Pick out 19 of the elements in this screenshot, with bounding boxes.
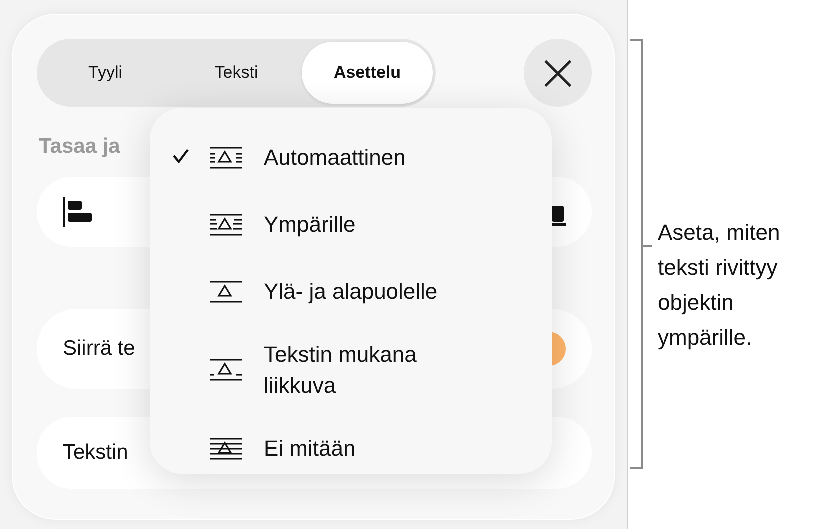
menu-item[interactable]: Automaattinen: [150, 124, 552, 191]
text-wrap-icon: [208, 436, 244, 460]
text-wrap-icon: [208, 146, 244, 170]
menu-item[interactable]: Ei mitään: [150, 415, 552, 482]
menu-item[interactable]: Ympärille: [150, 191, 552, 258]
menu-item[interactable]: Ylä- ja alapuolelle: [150, 258, 552, 325]
callout-text: Aseta, miten teksti rivittyy objektin ympärille.: [658, 218, 782, 352]
menu-item[interactable]: Tekstin mukana liikkuva: [150, 325, 552, 415]
text-wrap-icon: [208, 212, 244, 236]
row-label: Tekstin: [63, 441, 128, 465]
text-wrap-icon: [208, 280, 244, 304]
text-wrap-icon: [208, 358, 244, 382]
tab[interactable]: Teksti: [171, 42, 302, 104]
close-button[interactable]: ×: [524, 39, 592, 107]
tab[interactable]: Asettelu: [302, 42, 433, 104]
section-heading: Tasaa ja: [39, 135, 120, 160]
tab[interactable]: Tyyli: [40, 42, 171, 104]
row-label: Siirrä te: [63, 337, 136, 361]
align-left-icon[interactable]: [63, 197, 95, 227]
